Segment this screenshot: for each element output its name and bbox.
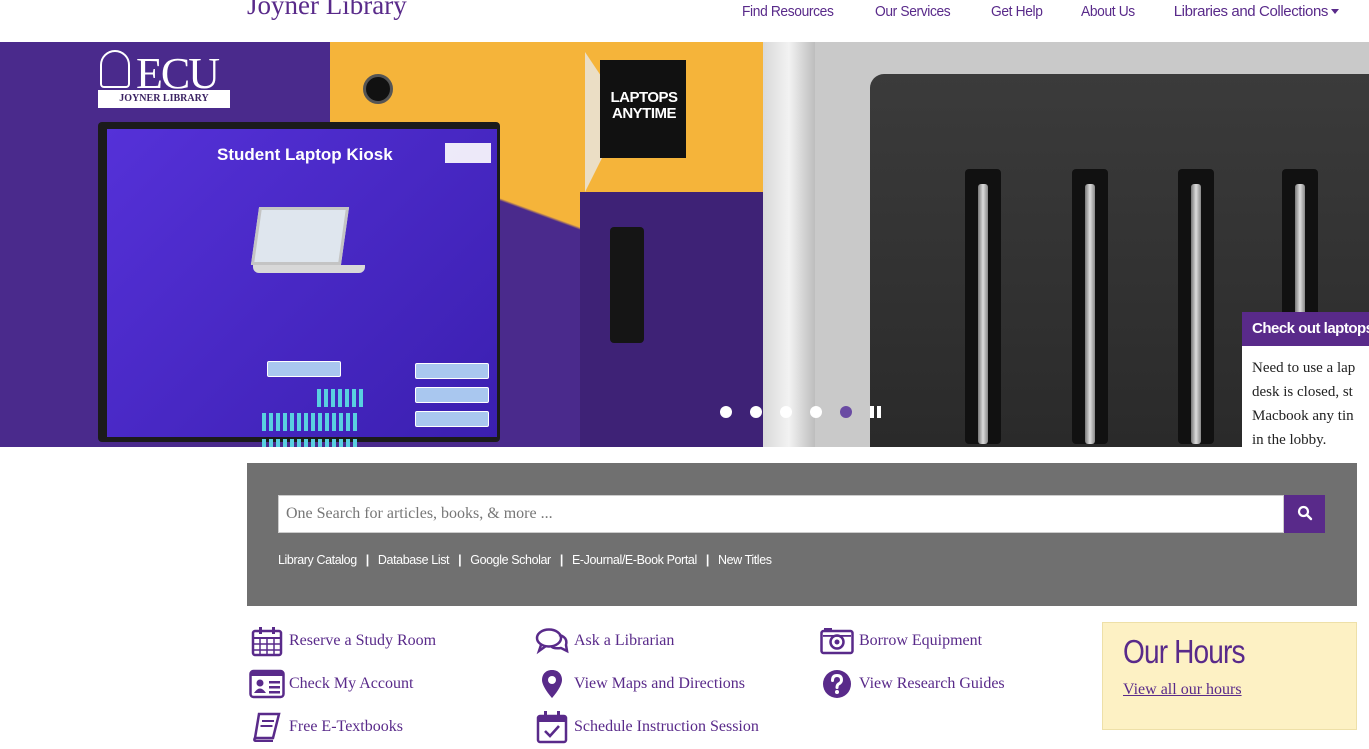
quick-link-check-my-account[interactable]: Check My Account <box>249 667 413 701</box>
site-header: Joyner Library Find Resources Our Servic… <box>0 0 1369 42</box>
nav-about-us[interactable]: About Us <box>1081 3 1135 20</box>
ecu-crest-icon <box>100 50 130 88</box>
book-icon <box>249 710 285 744</box>
kiosk-button <box>415 411 489 427</box>
quick-link-label: Reserve a Study Room <box>289 632 437 649</box>
link-database-list[interactable]: Database List <box>378 553 450 567</box>
carousel-dot-3[interactable] <box>780 406 792 418</box>
laptops-anytime-text: LAPTOPS ANYTIME <box>610 89 678 122</box>
camera-lens <box>363 74 393 104</box>
kiosk-button <box>415 387 489 403</box>
caption-line: Macbook any tin <box>1252 408 1354 424</box>
main-nav: Find Resources Our Services Get Help Abo… <box>742 3 1339 20</box>
quick-link-reserve-study-room[interactable]: Reserve a Study Room <box>249 624 436 658</box>
id-card-icon <box>249 667 285 701</box>
link-separator: | <box>458 553 462 567</box>
laptop-edge <box>978 184 988 444</box>
ecu-logo: ECU JOYNER LIBRARY <box>98 48 232 108</box>
link-new-titles[interactable]: New Titles <box>718 553 772 567</box>
carousel-dot-4[interactable] <box>810 406 822 418</box>
caption-line: Need to use a lap <box>1252 360 1356 376</box>
laptop-image <box>247 207 367 277</box>
kiosk-button <box>267 361 341 377</box>
kiosk-button <box>415 363 489 379</box>
link-separator: | <box>705 553 710 567</box>
carousel-dot-5[interactable] <box>840 406 852 418</box>
site-brand[interactable]: Joyner Library <box>247 0 407 21</box>
caption-title[interactable]: Check out laptops a <box>1242 312 1369 346</box>
caption-line: in the lobby. <box>1252 432 1327 447</box>
search-icon <box>1297 505 1312 520</box>
laptop-edge <box>1085 184 1095 444</box>
carousel-indicators <box>720 406 881 418</box>
quick-link-label: Ask a Librarian <box>574 632 675 649</box>
question-circle-icon <box>819 667 855 701</box>
calendar-grid-icon <box>249 624 285 658</box>
card-reader <box>610 227 644 343</box>
hours-box: Our Hours View all our hours <box>1102 622 1357 730</box>
kiosk-title: Student Laptop Kiosk <box>217 145 393 164</box>
ecu-logo-subtext: JOYNER LIBRARY <box>98 90 230 108</box>
link-ejournal-ebook-portal[interactable]: E-Journal/E-Book Portal <box>572 553 697 567</box>
nav-libraries-label: Libraries and Collections <box>1173 3 1329 20</box>
nav-our-services[interactable]: Our Services <box>875 3 951 20</box>
kiosk-status-bars <box>262 413 357 431</box>
search-links: Library Catalog | Database List | Google S… <box>278 553 772 567</box>
quick-link-borrow-equipment[interactable]: Borrow Equipment <box>819 624 982 658</box>
caption-line: desk is closed, st <box>1252 384 1353 400</box>
pause-icon[interactable] <box>870 406 881 418</box>
quick-link-view-research-guides[interactable]: View Research Guides <box>819 667 1005 701</box>
view-all-hours-link[interactable]: View all our hours <box>1123 681 1242 699</box>
kiosk-screen: Student Laptop Kiosk <box>107 129 497 447</box>
quick-link-schedule-instruction[interactable]: Schedule Instruction Session <box>534 710 759 744</box>
quick-link-label: View Maps and Directions <box>574 675 745 692</box>
laptop-edge <box>1191 184 1201 444</box>
quick-link-free-etextbooks[interactable]: Free E-Textbooks <box>249 710 403 744</box>
nav-find-resources[interactable]: Find Resources <box>742 3 834 20</box>
quick-link-label: Borrow Equipment <box>859 632 983 649</box>
calendar-check-icon <box>534 710 570 744</box>
caption-body: Need to use a lap desk is closed, st Mac… <box>1242 346 1369 447</box>
quick-link-label: Free E-Textbooks <box>289 718 403 735</box>
carousel-dot-2[interactable] <box>750 406 762 418</box>
kiosk-badge <box>445 143 491 163</box>
caret-down-icon <box>1331 9 1339 14</box>
search-panel: Library Catalog | Database List | Google S… <box>247 463 1357 606</box>
carousel-dot-1[interactable] <box>720 406 732 418</box>
quick-link-view-maps-directions[interactable]: View Maps and Directions <box>534 667 745 701</box>
link-library-catalog[interactable]: Library Catalog <box>278 553 357 567</box>
quick-link-label: View Research Guides <box>859 675 1005 692</box>
link-google-scholar[interactable]: Google Scholar <box>470 553 551 567</box>
search-button[interactable] <box>1284 495 1325 533</box>
slide-caption: Check out laptops a Need to use a lap de… <box>1242 312 1369 447</box>
camera-icon <box>819 624 855 658</box>
nav-get-help[interactable]: Get Help <box>991 3 1043 20</box>
kiosk-post <box>763 42 815 447</box>
hero-carousel: ECU JOYNER LIBRARY Student Laptop Kiosk … <box>0 42 1369 447</box>
laptops-anytime-sign: LAPTOPS ANYTIME <box>600 60 686 158</box>
quick-link-label: Schedule Instruction Session <box>574 718 759 735</box>
quick-link-label: Check My Account <box>289 675 414 692</box>
kiosk-status-bars <box>317 389 363 407</box>
hours-title: Our Hours <box>1123 633 1246 670</box>
quick-link-ask-a-librarian[interactable]: Ask a Librarian <box>534 624 674 658</box>
link-separator: | <box>559 553 564 567</box>
chat-bubbles-icon <box>534 624 570 658</box>
search-input[interactable] <box>278 495 1284 533</box>
map-pin-icon <box>534 667 570 701</box>
nav-libraries-and-collections[interactable]: Libraries and Collections <box>1174 3 1339 20</box>
kiosk-status-bars <box>262 439 357 447</box>
link-separator: | <box>365 553 370 567</box>
